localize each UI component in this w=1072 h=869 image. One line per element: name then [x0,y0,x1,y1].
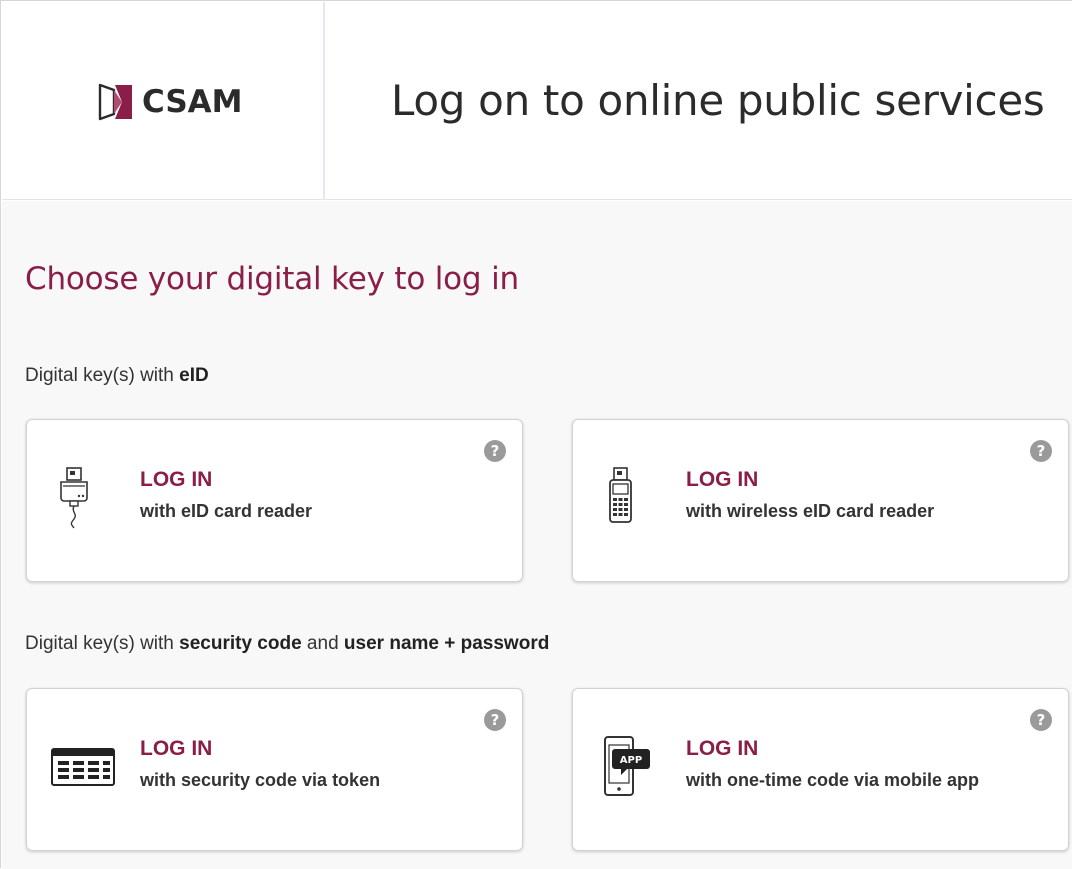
section-label-bold: security code [179,633,302,654]
card-title: LOG IN [686,468,759,491]
login-eid-card-reader-button[interactable]: LOG IN with eID card reader ? [26,419,523,582]
page-title: Choose your digital key to log in [25,261,519,297]
help-icon[interactable]: ? [1030,440,1052,462]
csam-logo[interactable]: CSAM [98,80,243,124]
card-title: LOG IN [686,737,759,760]
help-icon[interactable]: ? [484,440,506,462]
login-mobile-app-button[interactable]: APP LOG IN with one-time code via mobile… [572,688,1069,851]
card-subtitle: with eID card reader [140,501,313,521]
section-label-bold-2: user name + password [343,633,550,654]
section-label-prefix: Digital key(s) with [25,633,180,654]
card-title: LOG IN [140,737,213,760]
eid-card-reader-icon [49,462,99,532]
section-label-prefix: Digital key(s) with [25,365,180,386]
section-label-bold: eID [179,365,209,386]
logo-cell: CSAM [2,2,325,200]
section-label-security-code: Digital key(s) with security code and us… [25,633,549,655]
security-token-icon [49,731,115,801]
section-label-eid: Digital key(s) with eID [25,365,209,387]
header-title: Log on to online public services [391,76,1045,125]
login-wireless-eid-card-reader-button[interactable]: LOG IN with wireless eID card reader ? [572,419,1069,582]
logo-text: CSAM [142,84,243,120]
mobile-app-icon: APP [595,731,650,801]
login-security-token-button[interactable]: LOG IN with security code via token ? [26,688,523,851]
section-label-middle: and [301,633,344,654]
page-frame: CSAM Log on to online public services Ch… [0,0,1072,869]
card-title: LOG IN [140,468,213,491]
help-icon[interactable]: ? [484,709,506,731]
card-subtitle: with one-time code via mobile app [686,770,980,790]
card-subtitle: with wireless eID card reader [686,501,935,521]
app-badge-text: APP [620,755,642,766]
card-subtitle: with security code via token [140,770,381,790]
header: CSAM Log on to online public services [2,2,1072,200]
csam-logo-icon [98,83,132,121]
help-icon[interactable]: ? [1030,709,1052,731]
wireless-eid-card-reader-icon [595,462,645,532]
main-content: Choose your digital key to log in Digita… [2,201,1072,869]
